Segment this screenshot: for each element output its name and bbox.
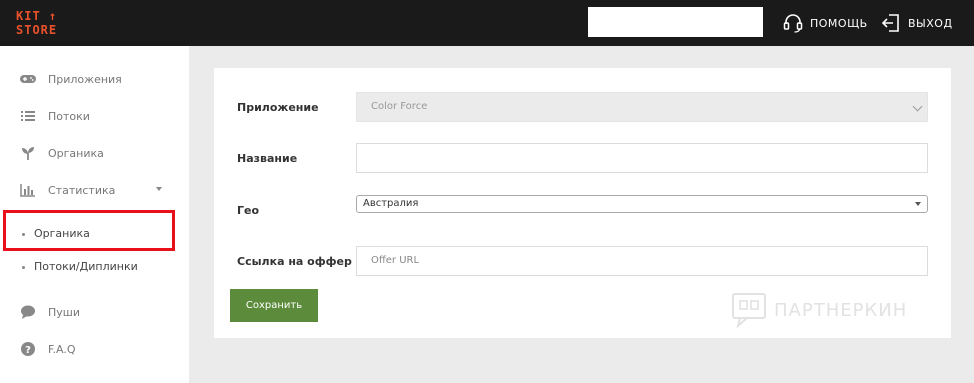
watermark: ПАРТНЕРКИН xyxy=(730,291,907,329)
sidebar-item-streams[interactable]: Потоки xyxy=(0,98,189,134)
sidebar-item-label: F.A.Q xyxy=(48,342,76,356)
app-select-value: Color Force xyxy=(371,101,428,112)
headset-icon xyxy=(783,14,803,33)
top-bar: KIT ↑ STORE ПОМОЩЬ ВЫХОД xyxy=(0,0,974,46)
name-field-label: Название xyxy=(237,152,298,165)
sidebar-item-label: Пуши xyxy=(48,305,80,319)
sidebar-item-statistics[interactable]: Статистика xyxy=(0,172,189,208)
offer-url-input[interactable]: Offer URL xyxy=(356,246,928,276)
gamepad-icon xyxy=(20,75,36,83)
logo-line-1: KIT ↑ xyxy=(16,9,58,23)
logout-label: ВЫХОД xyxy=(908,16,953,30)
highlight-box xyxy=(3,210,175,251)
sidebar-item-label: Потоки xyxy=(48,109,90,123)
logo-line-2: STORE xyxy=(16,23,58,37)
header-input[interactable] xyxy=(588,7,763,37)
offer-field-label: Ссылка на оффер xyxy=(237,255,352,268)
sidebar-item-label: Статистика xyxy=(48,183,116,197)
bar-chart-icon xyxy=(20,184,35,197)
save-button-label: Сохранить xyxy=(245,300,303,311)
watermark-logo-icon xyxy=(732,293,766,329)
bullet-icon xyxy=(22,266,25,269)
name-input[interactable] xyxy=(356,143,928,173)
chevron-down-icon xyxy=(912,101,923,112)
sprout-icon xyxy=(22,147,34,160)
chevron-down-icon xyxy=(156,187,162,191)
sidebar-item-push[interactable]: Пуши xyxy=(0,294,189,330)
sidebar-item-label: Приложения xyxy=(48,72,122,86)
geo-select-value: Австралия xyxy=(363,198,419,209)
sidebar-subitem-deeplinks[interactable]: Потоки/Диплинки xyxy=(0,255,189,279)
offer-url-placeholder: Offer URL xyxy=(371,255,420,266)
help-label: ПОМОЩЬ xyxy=(810,16,868,30)
watermark-text: ПАРТНЕРКИН xyxy=(774,299,908,321)
list-icon xyxy=(21,111,35,121)
logout-button[interactable]: ВЫХОД xyxy=(880,12,953,34)
sidebar-item-label: Органика xyxy=(48,146,104,160)
sidebar-subitem-label: Потоки/Диплинки xyxy=(34,260,138,273)
geo-select[interactable]: Австралия xyxy=(356,195,928,213)
help-button[interactable]: ПОМОЩЬ xyxy=(782,12,868,34)
app-field-label: Приложение xyxy=(237,101,319,114)
svg-text:?: ? xyxy=(25,345,31,356)
sidebar-item-faq[interactable]: ? F.A.Q xyxy=(0,331,189,367)
sidebar-item-apps[interactable]: Приложения xyxy=(0,61,189,97)
dropdown-arrow-icon xyxy=(915,202,921,206)
geo-field-label: Гео xyxy=(237,204,260,217)
sidebar-item-organic[interactable]: Органика xyxy=(0,135,189,171)
question-circle-icon: ? xyxy=(21,342,35,356)
save-button[interactable]: Сохранить xyxy=(230,289,318,322)
app-select[interactable]: Color Force xyxy=(356,92,928,122)
kit-store-logo[interactable]: KIT ↑ STORE xyxy=(16,9,57,37)
chat-bubble-icon xyxy=(21,305,35,319)
form-card: Приложение Color Force Название Гео Авст… xyxy=(214,68,951,338)
logout-icon xyxy=(881,14,899,32)
